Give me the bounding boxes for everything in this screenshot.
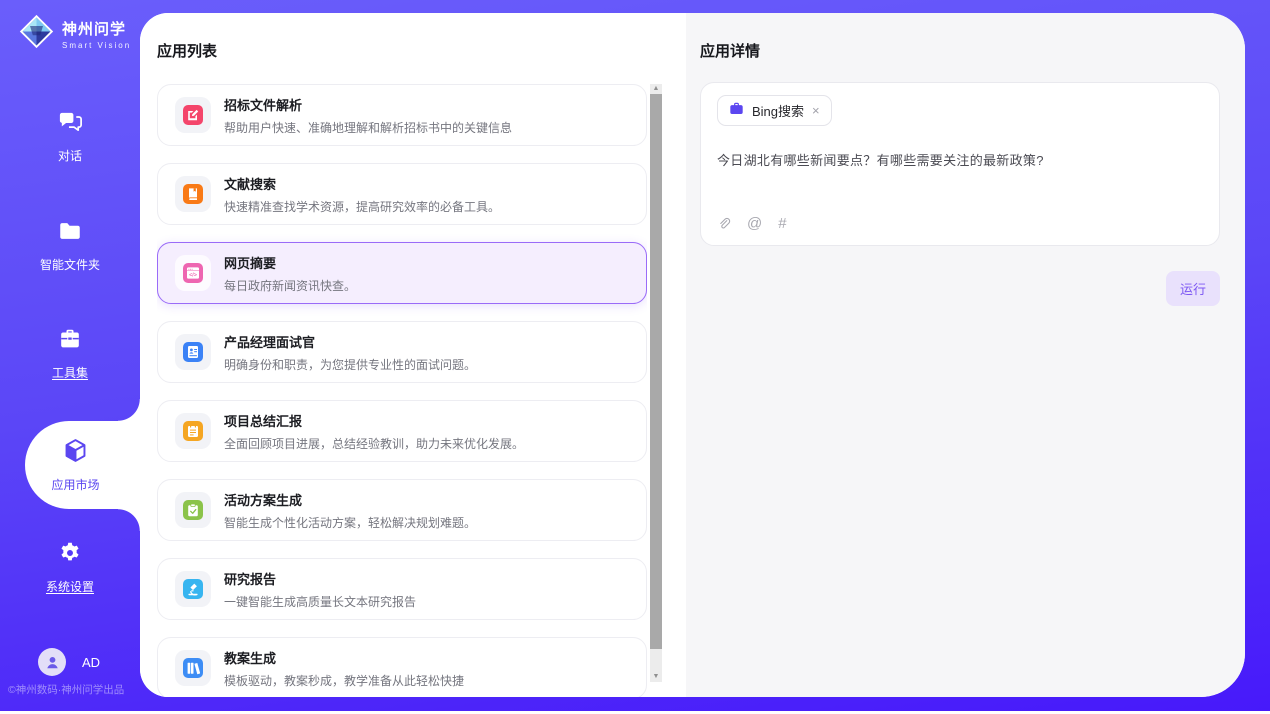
- prompt-card: Bing搜索 × 今日湖北有哪些新闻要点？有哪些需要关注的最新政策? @ #: [700, 82, 1220, 246]
- svg-text:</>: </>: [189, 273, 197, 279]
- list-item-app[interactable]: 招标文件解析帮助用户快速、准确地理解和解析招标书中的关键信息: [157, 84, 647, 146]
- list-item-app[interactable]: 文献搜索快速精准查找学术资源，提高研究效率的必备工具。: [157, 163, 647, 225]
- scroll-down-icon[interactable]: ▼: [650, 672, 662, 682]
- run-button[interactable]: 运行: [1166, 271, 1220, 306]
- brand-diamond-icon: [18, 13, 55, 55]
- list-scrollbar[interactable]: ▲ ▼: [650, 84, 662, 682]
- copyright-footer: ©神州数码·神州问学出品: [8, 682, 124, 697]
- tool-chip-label: Bing搜索: [752, 101, 804, 120]
- app-icon-box: [175, 334, 211, 370]
- brand-tagline: Smart Vision: [62, 41, 131, 50]
- app-window: 神州问学 Smart Vision 对话智能文件夹工具集应用市场系统设置 AD …: [0, 0, 1270, 711]
- mention-icon[interactable]: @: [747, 215, 762, 232]
- app-detail-pane: 应用详情 Bing搜索 × 今日湖北有哪些新闻要点？有哪些需要关注的最新政策?: [686, 13, 1245, 697]
- tool-chip-bing-search[interactable]: Bing搜索 ×: [717, 95, 832, 126]
- app-description: 帮助用户快速、准确地理解和解析招标书中的关键信息: [224, 119, 512, 136]
- sidebar-item-label: 工具集: [52, 364, 88, 381]
- scrollbar-thumb[interactable]: [650, 94, 662, 649]
- sidebar-item-dialog[interactable]: 对话: [0, 108, 140, 164]
- sidebar-item-smart-folder[interactable]: 智能文件夹: [0, 218, 140, 273]
- sidebar-item-label: 对话: [58, 147, 82, 164]
- sidebar-item-system-settings[interactable]: 系统设置: [0, 540, 140, 595]
- app-list: 招标文件解析帮助用户快速、准确地理解和解析招标书中的关键信息文献搜索快速精准查找…: [157, 84, 647, 697]
- briefcase-icon: [729, 101, 744, 121]
- app-icon-box: [175, 413, 211, 449]
- app-name: 网页摘要: [224, 253, 356, 272]
- sidebar-item-label: 应用市场: [51, 476, 99, 493]
- app-description: 快速精准查找学术资源，提高研究效率的必备工具。: [224, 198, 500, 215]
- app-icon-box: [175, 97, 211, 133]
- app-name: 项目总结汇报: [224, 411, 524, 430]
- app-name: 招标文件解析: [224, 95, 512, 114]
- sidebar-item-label: 智能文件夹: [40, 256, 100, 273]
- sidebar-item-label: 系统设置: [46, 578, 94, 595]
- list-item-app[interactable]: 活动方案生成智能生成个性化活动方案，轻松解决规划难题。: [157, 479, 647, 541]
- hash-icon[interactable]: #: [778, 215, 786, 232]
- chat-icon: [57, 108, 84, 140]
- app-description: 模板驱动，教案秒成，教学准备从此轻松快捷: [224, 672, 464, 689]
- content-area: 应用列表 招标文件解析帮助用户快速、准确地理解和解析招标书中的关键信息文献搜索快…: [140, 13, 1245, 697]
- app-icon-box: [175, 176, 211, 212]
- app-detail-title: 应用详情: [700, 40, 1220, 58]
- app-description: 智能生成个性化活动方案，轻松解决规划难题。: [224, 514, 476, 531]
- toolbox-icon: [57, 326, 83, 357]
- scroll-up-icon[interactable]: ▲: [650, 84, 662, 94]
- app-list-pane: 应用列表 招标文件解析帮助用户快速、准确地理解和解析招标书中的关键信息文献搜索快…: [140, 13, 686, 697]
- app-icon-box: [175, 571, 211, 607]
- list-item-app[interactable]: 项目总结汇报全面回顾项目进展，总结经验教训，助力未来优化发展。: [157, 400, 647, 462]
- brand-name: 神州问学: [62, 18, 131, 39]
- sidebar-item-app-market[interactable]: 应用市场: [25, 421, 140, 509]
- app-icon-box: [175, 492, 211, 528]
- list-item-app[interactable]: 产品经理面试官明确身份和职责，为您提供专业性的面试问题。: [157, 321, 647, 383]
- edit-doc-icon: [183, 105, 203, 125]
- app-list-title: 应用列表: [157, 40, 686, 58]
- app-description: 全面回顾项目进展，总结经验教训，助力未来优化发展。: [224, 435, 524, 452]
- brand-logo: 神州问学 Smart Vision: [18, 13, 131, 55]
- run-row: 运行: [700, 271, 1220, 306]
- resume-icon: [183, 342, 203, 362]
- user-initials: AD: [82, 655, 100, 670]
- prompt-toolbar: @ #: [717, 215, 787, 232]
- chip-close-icon[interactable]: ×: [812, 103, 820, 118]
- app-name: 教案生成: [224, 648, 464, 667]
- app-name: 活动方案生成: [224, 490, 476, 509]
- app-description: 明确身份和职责，为您提供专业性的面试问题。: [224, 356, 476, 373]
- attachment-icon[interactable]: [717, 216, 731, 232]
- avatar: [38, 648, 66, 676]
- cube-icon: [62, 437, 89, 469]
- query-text[interactable]: 今日湖北有哪些新闻要点？有哪些需要关注的最新政策?: [717, 150, 1203, 169]
- list-item-app[interactable]: </> 网页摘要每日政府新闻资讯快查。: [157, 242, 647, 304]
- book-icon: [183, 184, 203, 204]
- app-name: 文献搜索: [224, 174, 500, 193]
- browser-code-icon: </>: [183, 263, 203, 283]
- gear-icon: [57, 540, 83, 571]
- app-name: 产品经理面试官: [224, 332, 476, 351]
- app-icon-box: [175, 650, 211, 686]
- app-description: 每日政府新闻资讯快查。: [224, 277, 356, 294]
- microscope-icon: [183, 579, 203, 599]
- list-item-app[interactable]: 教案生成模板驱动，教案秒成，教学准备从此轻松快捷: [157, 637, 647, 697]
- clipboard-check-icon: [183, 500, 203, 520]
- notepad-icon: [183, 421, 203, 441]
- list-item-app[interactable]: 研究报告一键智能生成高质量长文本研究报告: [157, 558, 647, 620]
- app-description: 一键智能生成高质量长文本研究报告: [224, 593, 416, 610]
- user-account[interactable]: AD: [38, 648, 100, 676]
- sidebar-item-toolset[interactable]: 工具集: [0, 326, 140, 381]
- app-icon-box: </>: [175, 255, 211, 291]
- app-name: 研究报告: [224, 569, 416, 588]
- folder-icon: [57, 218, 83, 249]
- sidebar: 神州问学 Smart Vision 对话智能文件夹工具集应用市场系统设置 AD …: [0, 0, 140, 711]
- books-icon: [183, 658, 203, 678]
